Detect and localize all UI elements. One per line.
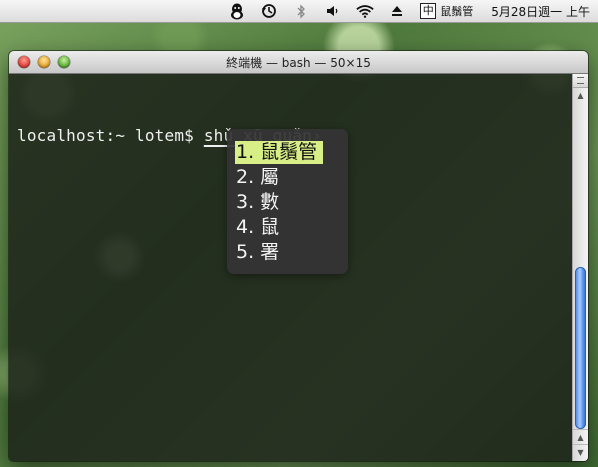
qq-status-item[interactable]: [228, 0, 246, 22]
ime-badge: 中: [420, 3, 437, 19]
time-machine-icon: [260, 2, 278, 20]
candidate-item-3[interactable]: 3. 數: [235, 191, 285, 214]
clock: 5月28日週一 上午: [491, 4, 590, 19]
vertical-scrollbar[interactable]: ▲ ▲ ▼: [572, 74, 588, 461]
ime-candidate-window: 1. 鼠鬚管 2. 屬 3. 數 4. 鼠 5. 署: [227, 129, 348, 274]
scroll-down-arrow-icon[interactable]: ▼: [573, 444, 588, 459]
qq-penguin-icon: [228, 2, 246, 20]
volume-icon: [324, 2, 342, 20]
scroll-up-arrow-icon[interactable]: ▲: [573, 429, 588, 444]
candidate-item-2[interactable]: 2. 屬: [235, 166, 285, 189]
bluetooth-icon: [292, 2, 310, 20]
candidate-item-5[interactable]: 5. 署: [235, 241, 285, 264]
wifi-status-item[interactable]: [356, 0, 374, 22]
candidate-item-1[interactable]: 1. 鼠鬚管: [235, 141, 324, 164]
wifi-icon: [356, 2, 374, 20]
time-machine-status-item[interactable]: [260, 0, 278, 22]
ime-label: 鼠鬚管: [440, 5, 474, 18]
shell-prompt: localhost:~ lotem$: [17, 126, 204, 145]
title-bar[interactable]: 終端機 — bash — 50×15: [9, 51, 588, 74]
scroll-thumb[interactable]: [575, 267, 586, 429]
scroll-up-top-icon[interactable]: ▲: [573, 88, 588, 102]
window-title: 終端機 — bash — 50×15: [226, 56, 371, 70]
input-method-menu[interactable]: 中 鼠鬚管: [420, 0, 491, 22]
eject-status-item[interactable]: [388, 0, 406, 22]
eject-icon: [388, 2, 406, 20]
bluetooth-status-item[interactable]: [292, 0, 310, 22]
clock-menu[interactable]: 5月28日週一 上午: [491, 0, 598, 22]
menu-bar: 中 鼠鬚管 5月28日週一 上午: [0, 0, 598, 23]
candidate-item-4[interactable]: 4. 鼠: [235, 216, 285, 239]
split-pane-button[interactable]: [573, 74, 588, 88]
volume-status-item[interactable]: [324, 0, 342, 22]
